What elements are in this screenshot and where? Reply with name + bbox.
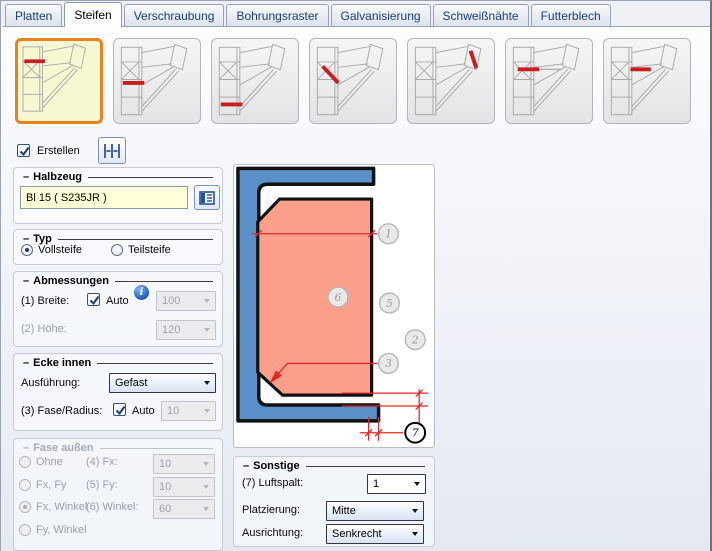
hoehe-label: (2) Höhe: xyxy=(21,323,67,335)
fase-aussen-radio-2 xyxy=(19,479,31,491)
fase-aussen-field-label: (5) Fy: xyxy=(86,479,118,491)
ecke-innen-title: Ecke innen xyxy=(33,357,92,369)
thumbnail-option-1[interactable] xyxy=(15,38,103,124)
chevron-down-icon xyxy=(203,507,209,511)
erstellen-label: Erstellen xyxy=(37,145,80,157)
ausfuehrung-combo[interactable]: Gefast xyxy=(109,373,216,393)
hoehe-combo: 120 xyxy=(156,320,216,340)
fase-aussen-combo-1: 10 xyxy=(153,454,215,474)
tab-platten[interactable]: Platten xyxy=(5,4,63,26)
thumbnail-option-7[interactable] xyxy=(603,38,691,124)
fase-aussen-field-label: (6) Winkel: xyxy=(86,501,139,513)
fase-auto-label: Auto xyxy=(132,405,155,417)
typ-radio-label: Vollsteife xyxy=(38,244,83,256)
sonstige-combo-1[interactable]: 1 xyxy=(367,474,426,494)
thumbnail-option-3[interactable] xyxy=(211,38,299,124)
fase-aussen-radio-label: Fy, Winkel xyxy=(36,524,87,536)
fase-radius-label: (3) Fase/Radius: xyxy=(21,405,103,417)
stiffener-variant-drawing xyxy=(512,43,580,116)
stiffener-variant-drawing xyxy=(316,43,384,116)
callout-number: 7 xyxy=(412,426,419,439)
ausfuehrung-label: Ausführung: xyxy=(21,377,81,389)
thumbnail-option-6[interactable] xyxy=(505,38,593,124)
halbzeug-title: Halbzeug xyxy=(33,171,83,183)
thumbnail-option-5[interactable] xyxy=(407,38,495,124)
chevron-down-icon xyxy=(414,482,420,486)
callout-number: 2 xyxy=(411,333,419,346)
stiffener-variant-drawing xyxy=(610,43,678,116)
chevron-down-icon xyxy=(412,509,418,513)
stiffener-mode-button[interactable] xyxy=(98,137,126,164)
tab-verschraubung[interactable]: Verschraubung xyxy=(123,4,225,26)
breite-auto-checkbox[interactable] xyxy=(87,293,100,306)
typ-radio-label: Teilsteife xyxy=(128,244,171,256)
typ-radio-teilsteife[interactable] xyxy=(111,244,123,256)
sonstige-label-2: Platzierung: xyxy=(242,504,301,516)
fase-aussen-radio-1 xyxy=(19,456,31,468)
sonstige-combo-3[interactable]: Senkrecht xyxy=(326,524,424,544)
fase-aussen-combo-2: 10 xyxy=(153,477,215,497)
breite-auto-label: Auto xyxy=(106,295,129,307)
tab-bar: Platten Steifen Verschraubung Bohrungsraste… xyxy=(3,2,710,27)
sonstige-title: Sonstige xyxy=(253,460,300,472)
stiffener-icon xyxy=(104,143,120,158)
tab-futterblech[interactable]: Futterblech xyxy=(530,4,611,26)
abmessungen-title: Abmessungen xyxy=(33,275,109,287)
fase-aussen-radio-label: Fx, Winkel xyxy=(36,501,88,513)
fase-aussen-radio-label: Ohne xyxy=(36,456,63,468)
thumbnail-option-2[interactable] xyxy=(113,38,201,124)
catalog-icon xyxy=(199,190,215,205)
halbzeug-input[interactable]: Bl 15 ( S235JR ) xyxy=(20,186,188,209)
fase-aussen-radio-4 xyxy=(19,524,31,536)
fase-auto-checkbox[interactable] xyxy=(113,403,126,416)
stiffener-plate xyxy=(256,197,374,397)
fase-radius-combo: 10 xyxy=(161,401,216,421)
fase-aussen-combo-3: 60 xyxy=(153,499,215,519)
tab-galvanisierung[interactable]: Galvanisierung xyxy=(330,4,431,26)
chevron-down-icon xyxy=(412,532,418,536)
checkmark-icon xyxy=(19,146,30,157)
chevron-down-icon xyxy=(204,381,210,385)
tab-steifen[interactable]: Steifen xyxy=(64,2,122,27)
tab-schweißnähte[interactable]: Schweißnähte xyxy=(432,4,529,26)
thumbnail-option-4[interactable] xyxy=(309,38,397,124)
chevron-down-icon xyxy=(204,409,210,413)
chevron-down-icon xyxy=(204,299,210,303)
sonstige-label-3: Ausrichtung: xyxy=(242,527,304,539)
stiffener-diagram-panel: 1 6 5 2 3 7 xyxy=(233,164,435,448)
halbzeug-catalog-button[interactable] xyxy=(194,185,220,210)
chevron-down-icon xyxy=(203,462,209,466)
callout-number: 6 xyxy=(334,291,341,304)
fase-aussen-radio-label: Fx, Fy xyxy=(36,479,67,491)
chevron-down-icon xyxy=(203,485,209,489)
breite-combo: 100 xyxy=(156,291,216,311)
checkmark-icon xyxy=(115,405,126,416)
tab-bohrungsraster[interactable]: Bohrungsraster xyxy=(226,4,329,26)
steifen-tab-content: Erstellen – Halbzeug Bl 15 ( S235JR ) – … xyxy=(1,27,710,551)
checkmark-icon xyxy=(89,295,100,306)
joint-properties-dialog: Platten Steifen Verschraubung Bohrungsraste… xyxy=(0,0,712,551)
stiffener-diagram: 1 6 5 2 3 7 xyxy=(236,166,429,444)
callout-number: 1 xyxy=(385,227,392,240)
stiffener-variant-drawing xyxy=(218,43,286,116)
sonstige-combo-2[interactable]: Mitte xyxy=(326,501,424,521)
fase-aussen-title: Fase außen xyxy=(33,442,94,454)
erstellen-checkbox[interactable] xyxy=(17,144,30,157)
chevron-down-icon xyxy=(204,328,210,332)
sonstige-label-1: (7) Luftspalt: xyxy=(242,477,304,489)
fase-aussen-radio-3 xyxy=(19,501,31,513)
stiffener-variant-drawing xyxy=(414,43,482,116)
callout-number: 3 xyxy=(385,357,392,370)
stiffener-variant-drawing xyxy=(120,43,188,116)
callout-number: 5 xyxy=(386,297,393,310)
info-icon[interactable]: i xyxy=(134,285,149,300)
typ-radio-vollsteife[interactable] xyxy=(21,244,33,256)
breite-label: (1) Breite: xyxy=(21,295,70,307)
stiffener-variant-drawing xyxy=(22,43,86,112)
fase-aussen-field-label: (4) Fx: xyxy=(86,456,118,468)
